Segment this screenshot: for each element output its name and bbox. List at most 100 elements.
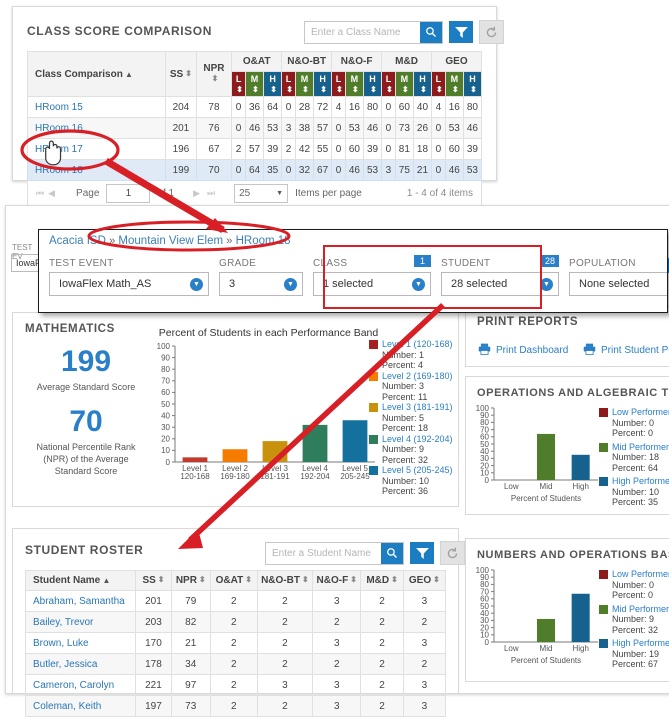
filter-class-select[interactable]: 1 selected ▼	[313, 272, 431, 296]
filter-population-select[interactable]: None selected	[569, 272, 667, 296]
filter-test-event-value: IowaFlex Math_AS	[59, 278, 152, 290]
col-ss[interactable]: SS ⬍	[165, 51, 197, 97]
table-row[interactable]: HRoom 17 196 67 2 57 39 2 42 55 0 60 39 0 81 18 0 60 39	[26, 138, 483, 160]
items-per-page-select[interactable]: 25 ▼	[234, 184, 289, 203]
page-number-input[interactable]	[106, 184, 151, 203]
table-row[interactable]: HRoom 15 204 78 0 36 64 0 28 72 4 16 80 0 60 40 4 16 80	[26, 96, 483, 118]
col-nof-h[interactable]: H⬍	[362, 71, 383, 97]
last-page-icon[interactable]: ⏭	[207, 188, 215, 199]
roster-col-md[interactable]: M&D ⬍	[360, 570, 404, 591]
table-row[interactable]: Butler, Jessica 178 34 2 2 2 2 2	[24, 653, 447, 675]
legend-title: Mid Performer	[612, 441, 669, 452]
roster-table-body: Abraham, Samantha 201 79 2 2 3 2 3 Bailey, Trevo…	[24, 590, 447, 717]
first-page-icon[interactable]: ⏮	[36, 188, 44, 199]
legend-swatch	[599, 570, 608, 579]
col-geo-l[interactable]: L⬍	[431, 71, 446, 97]
roster-col-ss[interactable]: SS ⬍	[135, 570, 172, 591]
legend-entry: Level 4 (192-204) Number: 9 Percent: 32	[369, 434, 461, 466]
col-class-comparison[interactable]: Class Comparison ▲	[26, 51, 167, 97]
refresh-icon[interactable]	[479, 20, 504, 44]
svg-text:100: 100	[476, 405, 490, 413]
class-name-cell[interactable]: HRoom 15	[26, 96, 167, 118]
class-name-cell[interactable]: HRoom 16	[26, 117, 167, 139]
col-geo-h[interactable]: H⬍	[462, 71, 483, 97]
print-student-profile-link[interactable]: Print Student Profile	[583, 343, 669, 358]
roster-col-nof[interactable]: N&O-F ⬍	[312, 570, 362, 591]
roster-search-input[interactable]	[266, 543, 381, 563]
roster-header-row: Student Name ▲ SS ⬍ NPR ⬍ O&AT ⬍ N&O-BT ⬍ N&O-F ⬍ M…	[24, 570, 447, 591]
col-md-h[interactable]: H⬍	[412, 71, 433, 97]
student-link[interactable]: Coleman, Keith	[33, 701, 101, 712]
filter-student-select[interactable]: 28 selected ▼	[441, 272, 559, 296]
roster-search-box[interactable]	[265, 541, 404, 565]
student-name-cell[interactable]: Butler, Jessica	[24, 653, 137, 675]
col-nobt-h[interactable]: H⬍	[313, 71, 333, 97]
student-link[interactable]: Cameron, Carolyn	[33, 680, 114, 691]
score-cell: 2	[209, 611, 258, 633]
svg-text:192-204: 192-204	[300, 472, 330, 481]
col-nof-m[interactable]: M⬍	[344, 71, 364, 97]
next-page-icon[interactable]: ▶	[193, 188, 200, 199]
print-dashboard-link[interactable]: Print Dashboard	[478, 343, 568, 358]
class-link[interactable]: HRoom 17	[35, 144, 83, 155]
class-link[interactable]: HRoom 15	[35, 102, 83, 113]
student-link[interactable]: Brown, Luke	[33, 638, 89, 649]
filter-icon[interactable]	[449, 21, 473, 43]
breadcrumb-district[interactable]: Acacia ISD	[49, 235, 106, 247]
print-reports-card: PRINT REPORTS Print Dashboard Print Stud…	[465, 306, 669, 367]
class-link[interactable]: HRoom 16	[35, 123, 83, 134]
student-link[interactable]: Abraham, Samantha	[33, 596, 125, 607]
col-md-m[interactable]: M⬍	[394, 71, 414, 97]
student-name-cell[interactable]: Coleman, Keith	[24, 695, 137, 717]
class-search-input[interactable]	[305, 22, 420, 42]
roster-col-studentname[interactable]: Student Name ▲	[24, 570, 137, 591]
search-icon[interactable]	[381, 542, 403, 564]
score-cell: 79	[170, 590, 211, 612]
student-name-cell[interactable]: Brown, Luke	[24, 632, 137, 654]
student-name-cell[interactable]: Bailey, Trevor	[24, 611, 137, 633]
table-row[interactable]: Coleman, Keith 197 73 2 2 3 2 3	[24, 695, 447, 717]
score-cell: 80	[462, 96, 483, 118]
filter-test-event-select[interactable]: IowaFlex Math_AS ▼	[49, 272, 209, 296]
roster-col-nobt[interactable]: N&O-BT ⬍	[256, 570, 314, 591]
col-geo-m[interactable]: M⬍	[444, 71, 464, 97]
student-roster-card: STUDENT ROSTER Student Name ▲SS⬍NPR⬍O&AT…	[12, 528, 465, 717]
student-link[interactable]: Butler, Jessica	[33, 659, 97, 670]
score-cell: 2	[209, 674, 258, 696]
table-row[interactable]: Abraham, Samantha 201 79 2 2 3 2 3	[24, 590, 447, 612]
col-md-l[interactable]: L⬍	[381, 71, 396, 97]
score-cell: 221	[135, 674, 172, 696]
col-nobt-m[interactable]: M⬍	[294, 71, 315, 97]
filter-grade-select[interactable]: 3 ▼	[219, 272, 303, 296]
col-oat-h[interactable]: H⬍	[263, 71, 283, 97]
class-name-cell[interactable]: HRoom 18	[26, 159, 167, 181]
student-name-cell[interactable]: Abraham, Samantha	[24, 590, 137, 612]
student-link[interactable]: Bailey, Trevor	[33, 617, 93, 628]
table-row[interactable]: Bailey, Trevor 203 82 2 2 2 2 2	[24, 611, 447, 633]
filter-icon[interactable]	[410, 542, 434, 564]
breadcrumb-school[interactable]: Mountain View Elem	[118, 235, 223, 247]
table-row[interactable]: HRoom 16 201 76 0 46 53 3 38 57 0 53 46 0 73 26 0 53 46	[26, 117, 483, 139]
roster-col-oat[interactable]: O&AT ⬍	[209, 570, 258, 591]
table-row[interactable]: HRoom 18 199 70 0 64 35 0 32 67 0 46 53 3 75 21 0 46 53	[26, 159, 483, 181]
class-search-box[interactable]	[304, 20, 443, 44]
table-row[interactable]: Cameron, Carolyn 221 97 2 3 3 2 3	[24, 674, 447, 696]
score-cell: 46	[444, 159, 464, 181]
prev-page-icon[interactable]: ◀	[48, 188, 55, 199]
col-npr[interactable]: NPR⬍	[195, 51, 233, 97]
col-oat-m[interactable]: M⬍	[244, 71, 265, 97]
chevron-down-icon: ▼	[540, 277, 553, 291]
col-nobt-l[interactable]: L⬍	[281, 71, 296, 97]
col-nof-l[interactable]: L⬍	[331, 71, 346, 97]
legend-title: Level 2 (169-180)	[382, 370, 453, 381]
table-row[interactable]: Brown, Luke 170 21 2 2 3 2 3	[24, 632, 447, 654]
roster-col-geo[interactable]: GEO ⬍	[402, 570, 447, 591]
class-name-cell[interactable]: HRoom 17	[26, 138, 167, 160]
col-oat-l[interactable]: L⬍	[231, 71, 246, 97]
search-icon[interactable]	[420, 21, 442, 43]
roster-col-npr[interactable]: NPR ⬍	[170, 570, 211, 591]
score-cell: 81	[394, 138, 414, 160]
student-name-cell[interactable]: Cameron, Carolyn	[24, 674, 137, 696]
refresh-icon[interactable]	[440, 541, 465, 565]
class-link[interactable]: HRoom 18	[35, 165, 83, 176]
